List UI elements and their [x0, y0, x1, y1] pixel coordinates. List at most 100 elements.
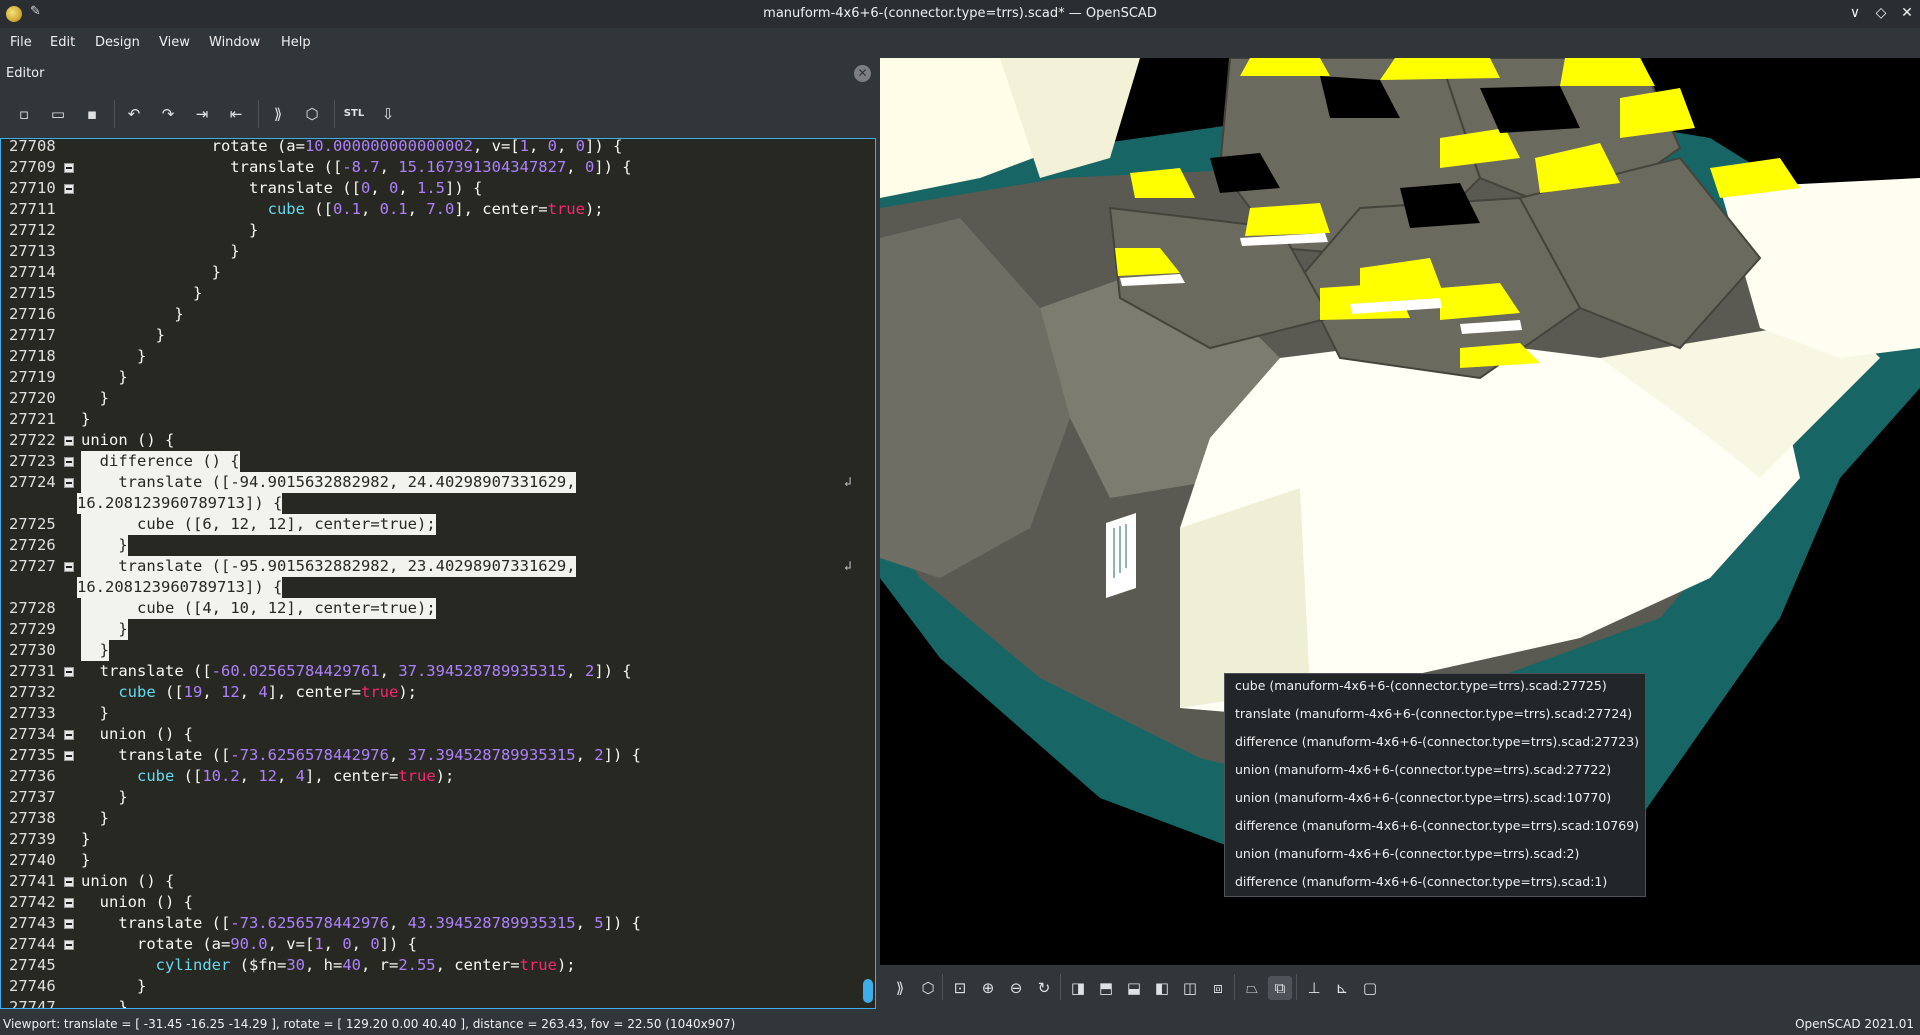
fold-toggle-icon[interactable]: [64, 940, 74, 950]
code-line[interactable]: 27721}: [1, 409, 871, 430]
3d-viewport[interactable]: cube (manuform-4x6+6-(connector.type=trr…: [880, 58, 1920, 965]
menu-window[interactable]: Window: [209, 35, 260, 50]
view-front-icon[interactable]: ◫: [1178, 976, 1202, 1000]
unindent-icon[interactable]: ⇤: [224, 102, 248, 126]
context-menu-item[interactable]: difference (manuform-4x6+6-(connector.ty…: [1235, 818, 1639, 833]
show-scale-icon[interactable]: ⊾: [1330, 976, 1354, 1000]
menu-design[interactable]: Design: [95, 35, 140, 50]
context-menu-item[interactable]: difference (manuform-4x6+6-(connector.ty…: [1235, 874, 1607, 889]
context-menu-item[interactable]: union (manuform-4x6+6-(connector.type=tr…: [1235, 762, 1611, 777]
editor-close-icon[interactable]: ✕: [854, 65, 871, 82]
fold-toggle-icon[interactable]: [64, 478, 74, 488]
maximize-icon[interactable]: ◇: [1872, 5, 1890, 21]
fold-toggle-icon[interactable]: [64, 562, 74, 572]
code-line[interactable]: 27726 }: [1, 535, 871, 556]
menu-view[interactable]: View: [159, 35, 190, 50]
code-line[interactable]: 27745 cylinder ($fn=30, h=40, r=2.55, ce…: [1, 955, 871, 976]
redo-icon[interactable]: ↷: [156, 102, 180, 126]
code-line[interactable]: 27737 }: [1, 787, 871, 808]
code-line[interactable]: 27735 translate ([-73.6256578442976, 37.…: [1, 745, 871, 766]
preview-icon[interactable]: ⟫: [888, 976, 912, 1000]
code-line[interactable]: 27717 }: [1, 325, 871, 346]
perspective-icon[interactable]: ⏢: [1240, 976, 1264, 1000]
code-line[interactable]: 27720 }: [1, 388, 871, 409]
code-line[interactable]: 27708 rotate (a=10.000000000000002, v=[1…: [1, 139, 871, 157]
code-line[interactable]: 27709 translate ([-8.7, 15.1673913043478…: [1, 157, 871, 178]
code-line[interactable]: 27741 union () {: [1, 871, 871, 892]
render-icon[interactable]: ⬡: [300, 102, 324, 126]
fold-toggle-icon[interactable]: [64, 898, 74, 908]
fold-toggle-icon[interactable]: [64, 877, 74, 887]
fold-toggle-icon[interactable]: [64, 184, 74, 194]
code-line[interactable]: 27738 }: [1, 808, 871, 829]
code-line[interactable]: 27740}: [1, 850, 871, 871]
code-line[interactable]: 27716 }: [1, 304, 871, 325]
new-icon[interactable]: ▫: [12, 102, 36, 126]
code-line[interactable]: 27736 cube ([10.2, 12, 4], center=true);: [1, 766, 871, 787]
view-back-icon[interactable]: ⧈: [1206, 976, 1230, 1000]
code-line[interactable]: 27730 }: [1, 640, 871, 661]
preview-icon[interactable]: ⟫: [266, 102, 290, 126]
code-line[interactable]: 27743 translate ([-73.6256578442976, 43.…: [1, 913, 871, 934]
code-line[interactable]: 27739}: [1, 829, 871, 850]
show-axes-icon[interactable]: ⊥: [1302, 976, 1326, 1000]
code-editor[interactable]: 27708 rotate (a=10.000000000000002, v=[1…: [0, 138, 876, 1009]
fold-toggle-icon[interactable]: [64, 919, 74, 929]
minimize-icon[interactable]: ∨: [1846, 5, 1864, 21]
view-bottom-icon[interactable]: ⬓: [1122, 976, 1146, 1000]
open-icon[interactable]: ▭: [46, 102, 70, 126]
save-icon[interactable]: ▪: [80, 102, 104, 126]
orthogonal-icon[interactable]: ⧉: [1268, 976, 1292, 1000]
code-line[interactable]: 27734 union () {: [1, 724, 871, 745]
code-line[interactable]: 27713 }: [1, 241, 871, 262]
code-line[interactable]: 27715 }: [1, 283, 871, 304]
code-line[interactable]: 27712 }: [1, 220, 871, 241]
view-all-icon[interactable]: ⊡: [948, 976, 972, 1000]
code-line[interactable]: 27744 rotate (a=90.0, v=[1, 0, 0]) {: [1, 934, 871, 955]
code-line[interactable]: 27711 cube ([0.1, 0.1, 7.0], center=true…: [1, 199, 871, 220]
code-line[interactable]: 27747 }: [1, 997, 871, 1008]
fold-toggle-icon[interactable]: [64, 436, 74, 446]
code-line[interactable]: 27723 difference () {: [1, 451, 871, 472]
menu-help[interactable]: Help: [281, 35, 311, 50]
code-line[interactable]: 27742 union () {: [1, 892, 871, 913]
fold-toggle-icon[interactable]: [64, 457, 74, 467]
context-menu-item[interactable]: cube (manuform-4x6+6-(connector.type=trr…: [1235, 678, 1607, 693]
render-icon[interactable]: ⬡: [916, 976, 940, 1000]
code-line[interactable]: 27727 translate ([-95.9015632882982, 23.…: [1, 556, 871, 577]
fold-toggle-icon[interactable]: [64, 163, 74, 173]
fold-toggle-icon[interactable]: [64, 751, 74, 761]
code-line[interactable]: 27718 }: [1, 346, 871, 367]
context-menu-item[interactable]: union (manuform-4x6+6-(connector.type=tr…: [1235, 790, 1611, 805]
export-stl-icon[interactable]: STL: [342, 102, 366, 126]
code-line[interactable]: 27746 }: [1, 976, 871, 997]
context-menu-item[interactable]: translate (manuform-4x6+6-(connector.typ…: [1235, 706, 1632, 721]
view-right-icon[interactable]: ◨: [1066, 976, 1090, 1000]
code-line[interactable]: 27733 }: [1, 703, 871, 724]
code-line[interactable]: 27719 }: [1, 367, 871, 388]
show-edges-icon[interactable]: ▢: [1358, 976, 1382, 1000]
send-to-print-icon[interactable]: ⇩: [376, 102, 400, 126]
code-line[interactable]: 27732 cube ([19, 12, 4], center=true);: [1, 682, 871, 703]
code-line[interactable]: 27722 union () {: [1, 430, 871, 451]
code-line[interactable]: 27731 translate ([-60.02565784429761, 37…: [1, 661, 871, 682]
code-line[interactable]: 27714 }: [1, 262, 871, 283]
fold-toggle-icon[interactable]: [64, 667, 74, 677]
code-line[interactable]: 27729 }: [1, 619, 871, 640]
menu-edit[interactable]: Edit: [50, 35, 75, 50]
close-window-icon[interactable]: ✕: [1898, 5, 1916, 21]
context-menu-item[interactable]: difference (manuform-4x6+6-(connector.ty…: [1235, 734, 1639, 749]
view-left-icon[interactable]: ◧: [1150, 976, 1174, 1000]
code-line[interactable]: 27728 cube ([4, 10, 12], center=true);: [1, 598, 871, 619]
code-line[interactable]: 16.208123960789713]) {: [1, 577, 871, 598]
fold-toggle-icon[interactable]: [64, 730, 74, 740]
view-top-icon[interactable]: ⬒: [1094, 976, 1118, 1000]
reset-view-icon[interactable]: ↻: [1032, 976, 1056, 1000]
code-line[interactable]: 27710 translate ([0, 0, 1.5]) {: [1, 178, 871, 199]
context-menu-item[interactable]: union (manuform-4x6+6-(connector.type=tr…: [1235, 846, 1579, 861]
undo-icon[interactable]: ↶: [122, 102, 146, 126]
code-line[interactable]: 27724 translate ([-94.9015632882982, 24.…: [1, 472, 871, 493]
menu-file[interactable]: File: [10, 35, 32, 50]
code-line[interactable]: 16.208123960789713]) {: [1, 493, 871, 514]
zoom-out-icon[interactable]: ⊖: [1004, 976, 1028, 1000]
